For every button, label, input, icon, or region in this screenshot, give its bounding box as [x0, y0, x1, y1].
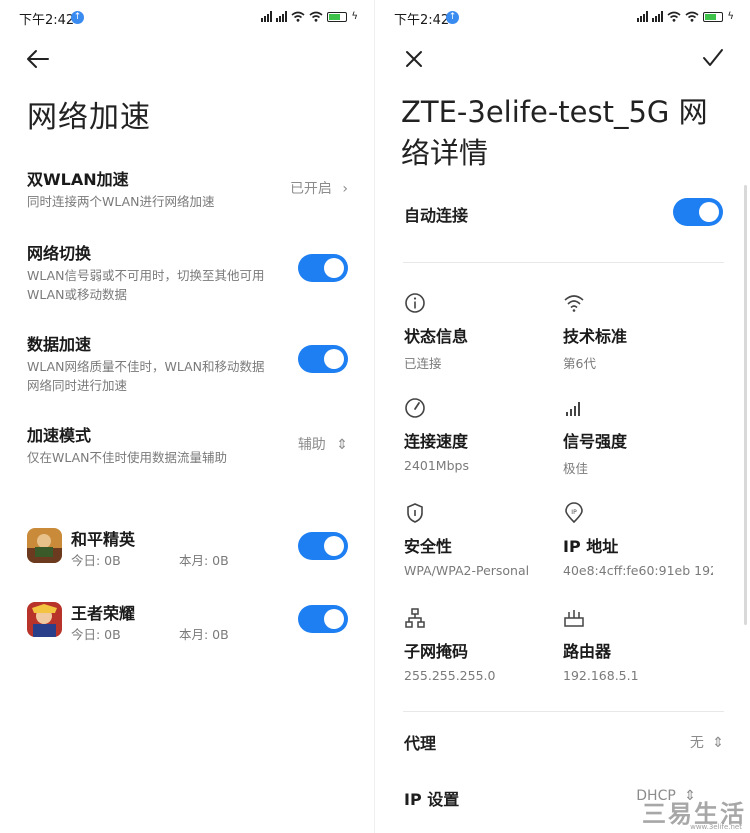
heping-month-usage: 本月: 0B	[179, 553, 229, 568]
signal-icon-2	[276, 11, 288, 22]
status-bar-right: 下午2:42 ↑ ϟ	[394, 9, 734, 28]
close-icon[interactable]	[405, 50, 423, 68]
cell-status: 状态信息 已连接	[404, 292, 564, 372]
wifi-icon	[564, 295, 584, 312]
cell-ip: IP IP 地址 40e8:4cff:fe60:91eb 192	[563, 502, 713, 578]
cell-router: 路由器 192.168.5.1	[563, 607, 723, 683]
heping-toggle[interactable]	[298, 532, 348, 560]
wangzhe-app-name: 王者荣耀	[71, 604, 136, 623]
signal-bars-icon	[566, 402, 580, 416]
router-label: 路由器	[563, 642, 612, 661]
charging-icon-right: ϟ	[727, 11, 734, 22]
status-time-right: 下午2:42	[394, 13, 450, 28]
ip-pin-icon: IP	[565, 502, 583, 524]
proxy-row[interactable]: 代理 无 ⇕	[404, 730, 724, 754]
page-title: 网络加速	[27, 100, 151, 135]
network-acceleration-screen: 下午2:42 ↑ ϟ 网络加速 双WLAN加速 同时连接两个WLAN进行网络加速…	[0, 0, 374, 833]
dual-wlan-value: 已开启 ›	[290, 178, 348, 198]
battery-icon-right	[703, 11, 724, 22]
notification-icon-right: ↑	[446, 11, 459, 24]
notification-icon: ↑	[71, 11, 84, 24]
security-label: 安全性	[404, 537, 453, 556]
signal-value: 极佳	[563, 461, 589, 476]
auto-connect-label: 自动连接	[404, 206, 469, 225]
wangzhe-toggle[interactable]	[298, 605, 348, 633]
data-accel-sub-1: WLAN网络质量不佳时，WLAN和移动数据	[27, 359, 265, 374]
speed-value: 2401Mbps	[404, 458, 469, 473]
subnet-label: 子网掩码	[404, 642, 469, 661]
auto-connect-toggle[interactable]	[673, 198, 723, 226]
signal-icon-right-2	[652, 11, 664, 22]
network-switch-sub-2: WLAN或移动数据	[27, 287, 128, 302]
battery-icon	[327, 11, 348, 22]
cell-speed: 连接速度 2401Mbps	[404, 397, 564, 473]
subnet-icon	[405, 608, 425, 628]
info-icon	[405, 293, 425, 313]
network-switch-toggle[interactable]	[298, 254, 348, 282]
accel-mode-selected: 辅助	[297, 437, 326, 453]
wangzhe-today-usage: 今日: 0B	[71, 627, 121, 642]
network-switch-sub-1: WLAN信号弱或不可用时，切换至其他可用	[27, 268, 265, 283]
ip-label: IP 地址	[563, 537, 619, 556]
accel-mode-row[interactable]: 加速模式 仅在WLAN不佳时使用数据流量辅助 辅助 ⇕	[27, 422, 348, 467]
signal-icon	[261, 11, 273, 22]
scrollbar[interactable]	[744, 185, 747, 625]
chevron-updown-icon: ⇕	[336, 437, 348, 453]
security-value: WPA/WPA2-Personal	[404, 563, 530, 578]
section-divider-bottom	[403, 711, 724, 712]
wangzhe-month-usage: 本月: 0B	[179, 627, 229, 642]
dual-wlan-status: 已开启	[289, 181, 332, 197]
status-bar: 下午2:42 ↑ ϟ	[19, 9, 358, 28]
status-icons-right: ϟ	[637, 11, 734, 22]
data-accel-toggle[interactable]	[298, 345, 348, 373]
status-icons: ϟ	[261, 11, 358, 22]
wifi-status-icon-right	[667, 11, 681, 22]
wifi-status-icon-right-2	[685, 11, 699, 22]
svg-text:IP: IP	[571, 509, 577, 516]
shield-icon	[407, 503, 423, 523]
charging-icon: ϟ	[351, 11, 358, 22]
back-arrow-icon[interactable]	[26, 48, 50, 70]
speed-label: 连接速度	[404, 432, 469, 451]
subnet-value: 255.255.255.0	[404, 668, 496, 683]
speed-gauge-icon	[405, 398, 425, 418]
proxy-label: 代理	[404, 734, 437, 753]
router-icon	[564, 610, 584, 627]
section-divider-top	[403, 262, 724, 263]
heping-today-usage: 今日: 0B	[71, 553, 121, 568]
status-label: 状态信息	[404, 327, 469, 346]
standard-value: 第6代	[563, 356, 596, 371]
proxy-selected: 无	[689, 735, 704, 751]
chevron-updown-icon: ⇕	[712, 735, 724, 751]
dual-wlan-row[interactable]: 双WLAN加速 同时连接两个WLAN进行网络加速 已开启 ›	[27, 166, 348, 211]
wangzhe-app-icon	[27, 602, 62, 637]
heping-app-icon	[27, 528, 62, 563]
status-value: 已连接	[404, 356, 442, 371]
chevron-right-icon: ›	[342, 181, 348, 197]
ip-value: 40e8:4cff:fe60:91eb 192	[563, 563, 713, 578]
standard-label: 技术标准	[563, 327, 628, 346]
router-value: 192.168.5.1	[563, 668, 639, 683]
network-details-screen: 下午2:42 ↑ ϟ ZTE-3elife-test_5G 网络详情 自动连接 …	[375, 0, 750, 833]
heping-app-name: 和平精英	[71, 530, 136, 549]
status-time: 下午2:42	[19, 13, 75, 28]
cell-standard: 技术标准 第6代	[563, 292, 723, 372]
wifi-status-icon	[291, 11, 305, 22]
proxy-value: 无 ⇕	[690, 732, 724, 752]
cell-subnet: 子网掩码 255.255.255.0	[404, 607, 564, 683]
signal-icon-right	[637, 11, 649, 22]
data-accel-sub-2: 网络同时进行加速	[27, 378, 128, 393]
signal-label: 信号强度	[563, 432, 628, 451]
confirm-check-icon[interactable]	[702, 48, 724, 68]
watermark-url: www.3elife.net	[690, 823, 742, 831]
cell-signal: 信号强度 极佳	[563, 397, 723, 477]
accel-mode-value: 辅助 ⇕	[298, 434, 348, 454]
cell-security: 安全性 WPA/WPA2-Personal	[404, 502, 564, 578]
network-title: ZTE-3elife-test_5G 网络详情	[401, 95, 708, 170]
wifi-status-icon-2	[309, 11, 323, 22]
